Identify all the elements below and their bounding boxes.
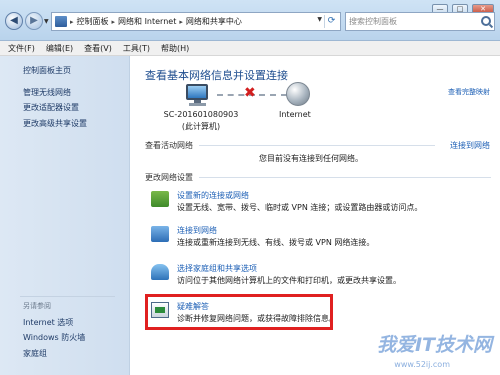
breadcrumb-arrow-icon[interactable]: ▸ bbox=[112, 18, 116, 26]
internet-globe-icon bbox=[286, 82, 310, 106]
task-title[interactable]: 选择家庭组和共享选项 bbox=[177, 263, 257, 274]
menu-tools[interactable]: 工具(T) bbox=[123, 43, 150, 54]
watermark-logo: 我爱IT技术网 bbox=[376, 334, 492, 356]
sidebar-item-homegroup[interactable]: 家庭组 bbox=[23, 348, 47, 359]
title-bar: — □ ✕ ◀ ▶ ▼ ▸ 控制面板 ▸ 网络和 Internet ▸ 网络和共… bbox=[0, 0, 500, 41]
refresh-icon[interactable]: ⟳ bbox=[324, 15, 338, 28]
breadcrumb-network-sharing-center[interactable]: 网络和共享中心 bbox=[186, 16, 242, 27]
sidebar-item-advanced-sharing[interactable]: 更改高级共享设置 bbox=[23, 118, 87, 129]
sidebar-item-adapter-settings[interactable]: 更改适配器设置 bbox=[23, 102, 79, 113]
computer-name: SC-201601080903 bbox=[163, 110, 239, 119]
sidebar-divider bbox=[20, 296, 115, 297]
connect-network-icon bbox=[151, 226, 169, 242]
sidebar-item-windows-firewall[interactable]: Windows 防火墙 bbox=[23, 332, 85, 343]
forward-button[interactable]: ▶ bbox=[25, 12, 43, 30]
menu-file[interactable]: 文件(F) bbox=[8, 43, 35, 54]
menu-help[interactable]: 帮助(H) bbox=[161, 43, 189, 54]
menu-view[interactable]: 查看(V) bbox=[84, 43, 112, 54]
connection-line bbox=[259, 94, 287, 96]
section-divider bbox=[199, 145, 435, 146]
connect-to-network-link[interactable]: 连接到网络 bbox=[450, 140, 490, 151]
computer-subtitle: (此计算机) bbox=[181, 122, 221, 131]
sidebar-item-internet-options[interactable]: Internet 选项 bbox=[23, 317, 73, 328]
internet-label: Internet bbox=[279, 110, 311, 119]
see-also-heading: 另请参阅 bbox=[23, 302, 51, 310]
task-title[interactable]: 连接到网络 bbox=[177, 225, 217, 236]
recent-pages-dropdown-icon[interactable]: ▼ bbox=[44, 18, 49, 25]
address-bar[interactable]: ▸ 控制面板 ▸ 网络和 Internet ▸ 网络和共享中心 ▼ ⟳ bbox=[51, 12, 341, 31]
network-setup-icon bbox=[151, 191, 169, 207]
task-description: 设置无线、宽带、拨号、临时或 VPN 连接；或设置路由器或访问点。 bbox=[177, 203, 423, 212]
menu-edit[interactable]: 编辑(E) bbox=[46, 43, 73, 54]
sidebar: 控制面板主页 管理无线网络 更改适配器设置 更改高级共享设置 另请参阅 Inte… bbox=[0, 56, 130, 375]
no-connection-message: 您目前没有连接到任何网络。 bbox=[259, 154, 363, 163]
search-input[interactable]: 搜索控制面板 bbox=[345, 12, 495, 31]
breadcrumb-arrow-icon[interactable]: ▸ bbox=[179, 18, 183, 26]
section-divider bbox=[199, 177, 491, 178]
main-content: 查看基本网络信息并设置连接 查看完整映射 ✖ SC-201601080903 (… bbox=[131, 56, 500, 375]
disconnected-x-icon: ✖ bbox=[244, 85, 256, 101]
search-placeholder: 搜索控制面板 bbox=[349, 17, 397, 26]
computer-icon bbox=[186, 84, 213, 106]
watermark-url: www.52ij.com bbox=[394, 360, 450, 369]
breadcrumb-arrow-icon[interactable]: ▸ bbox=[70, 18, 74, 26]
homegroup-icon bbox=[151, 264, 169, 280]
change-settings-heading: 更改网络设置 bbox=[145, 173, 193, 182]
back-button[interactable]: ◀ bbox=[5, 12, 23, 30]
task-title[interactable]: 设置新的连接或网络 bbox=[177, 190, 249, 201]
sidebar-item-control-panel-home[interactable]: 控制面板主页 bbox=[23, 65, 71, 76]
address-dropdown-icon[interactable]: ▼ bbox=[317, 16, 322, 23]
troubleshoot-highlight-box bbox=[145, 294, 333, 330]
menu-bar: 文件(F) 编辑(E) 查看(V) 工具(T) 帮助(H) bbox=[0, 41, 500, 56]
view-full-map-link[interactable]: 查看完整映射 bbox=[448, 87, 490, 97]
active-networks-heading: 查看活动网络 bbox=[145, 141, 193, 150]
task-description: 连接或重新连接到无线、有线、拨号或 VPN 网络连接。 bbox=[177, 238, 375, 247]
breadcrumb-control-panel[interactable]: 控制面板 bbox=[77, 16, 109, 27]
control-panel-icon bbox=[55, 16, 67, 27]
sidebar-item-manage-wireless[interactable]: 管理无线网络 bbox=[23, 87, 71, 98]
search-icon[interactable] bbox=[481, 16, 491, 26]
breadcrumb-network-internet[interactable]: 网络和 Internet bbox=[118, 16, 176, 27]
task-description: 访问位于其他网络计算机上的文件和打印机，或更改共享设置。 bbox=[177, 276, 401, 285]
page-title: 查看基本网络信息并设置连接 bbox=[145, 69, 288, 82]
